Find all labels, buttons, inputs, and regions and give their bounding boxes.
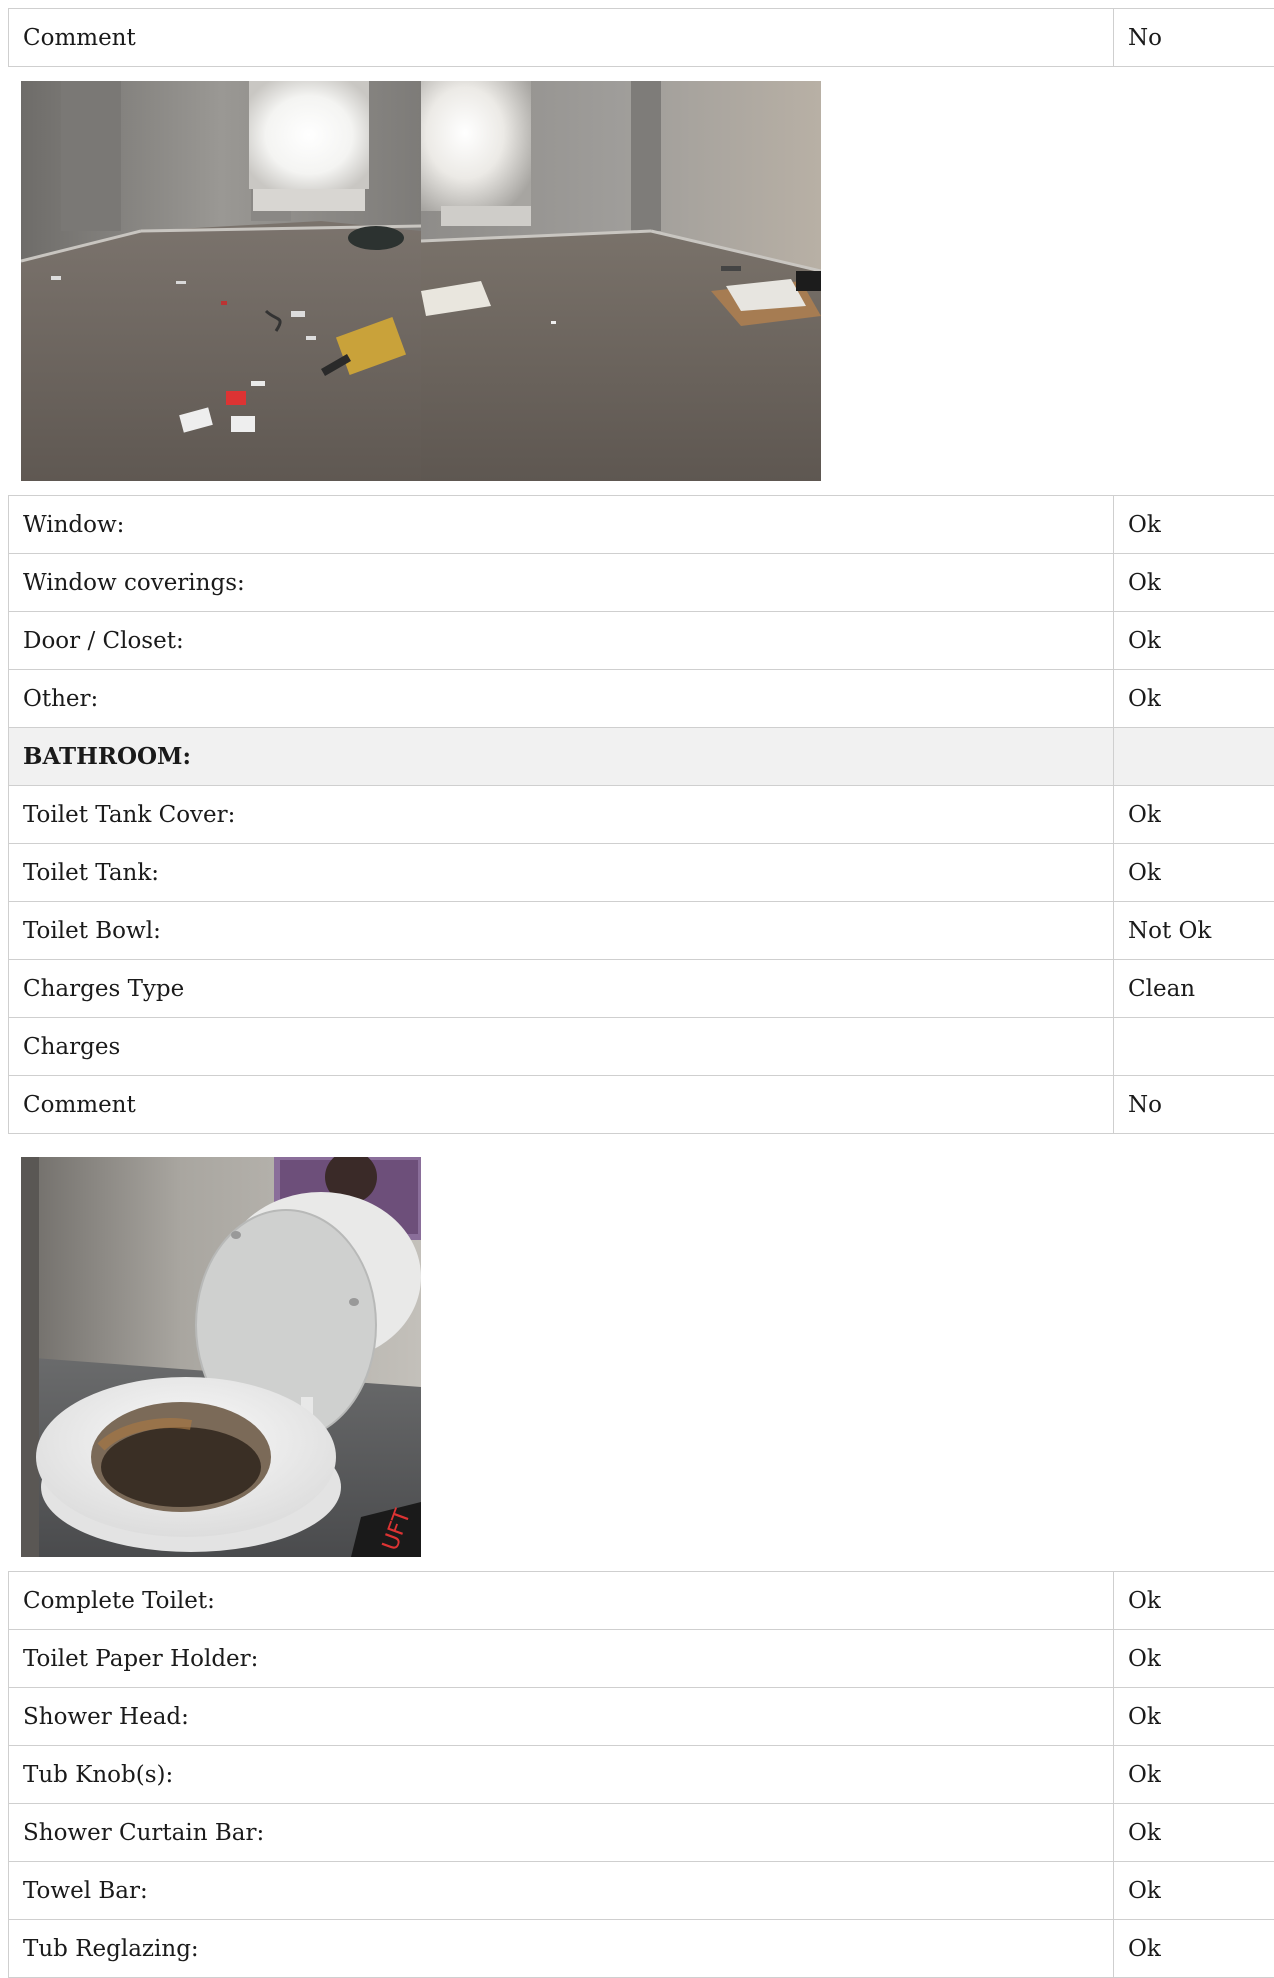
row-value: Ok	[1114, 612, 1274, 670]
table-row: Window coverings: Ok	[9, 554, 1274, 612]
table-row: Charges	[9, 1018, 1274, 1076]
table-row: Other: Ok	[9, 670, 1274, 728]
row-value: Ok	[1114, 1862, 1274, 1920]
toilet-photo: UFT	[21, 1157, 421, 1557]
row-value: No	[1114, 1076, 1274, 1134]
row-label: Tub Knob(s):	[9, 1746, 1114, 1804]
row-label: Comment	[9, 9, 1114, 67]
row-label: Shower Head:	[9, 1688, 1114, 1746]
row-label: Window:	[9, 496, 1114, 554]
table-row: Toilet Tank: Ok	[9, 844, 1274, 902]
row-label: Tub Reglazing:	[9, 1920, 1114, 1978]
row-label: Towel Bar:	[9, 1862, 1114, 1920]
room-photos	[21, 81, 821, 481]
table-row: Door / Closet: Ok	[9, 612, 1274, 670]
table-row: Towel Bar: Ok	[9, 1862, 1274, 1920]
table-row: Shower Curtain Bar: Ok	[9, 1804, 1274, 1862]
row-label: Charges Type	[9, 960, 1114, 1018]
section-value-empty	[1114, 728, 1274, 786]
row-value: Ok	[1114, 1920, 1274, 1978]
row-label: Complete Toilet:	[9, 1572, 1114, 1630]
room-photo-left	[21, 81, 421, 481]
row-value: Not Ok	[1114, 902, 1274, 960]
row-label: Window coverings:	[9, 554, 1114, 612]
bathroom-photos: UFT	[21, 1157, 421, 1557]
table-row: Toilet Tank Cover: Ok	[9, 786, 1274, 844]
comment-table-top: Comment No	[8, 8, 1274, 67]
row-label: Toilet Bowl:	[9, 902, 1114, 960]
row-value: Ok	[1114, 1746, 1274, 1804]
row-value: Ok	[1114, 1572, 1274, 1630]
table-row: Toilet Bowl: Not Ok	[9, 902, 1274, 960]
row-value: Ok	[1114, 1630, 1274, 1688]
inspection-table: Window: Ok Window coverings: Ok Door / C…	[8, 495, 1274, 1134]
table-row: Comment No	[9, 1076, 1274, 1134]
row-value: Ok	[1114, 1688, 1274, 1746]
section-title: BATHROOM:	[9, 728, 1114, 786]
row-label: Toilet Tank:	[9, 844, 1114, 902]
table-row: Window: Ok	[9, 496, 1274, 554]
table-row: Charges Type Clean	[9, 960, 1274, 1018]
row-value: Ok	[1114, 554, 1274, 612]
row-label: Charges	[9, 1018, 1114, 1076]
row-label: Door / Closet:	[9, 612, 1114, 670]
table-row: Toilet Paper Holder: Ok	[9, 1630, 1274, 1688]
table-row: Complete Toilet: Ok	[9, 1572, 1274, 1630]
row-value: Ok	[1114, 844, 1274, 902]
table-row: Comment No	[9, 9, 1274, 67]
row-value: Ok	[1114, 1804, 1274, 1862]
row-label: Other:	[9, 670, 1114, 728]
row-value: Clean	[1114, 960, 1274, 1018]
row-value: Ok	[1114, 786, 1274, 844]
row-value: Ok	[1114, 670, 1274, 728]
row-value: Ok	[1114, 496, 1274, 554]
row-label: Shower Curtain Bar:	[9, 1804, 1114, 1862]
table-row: Tub Reglazing: Ok	[9, 1920, 1274, 1978]
row-label: Toilet Paper Holder:	[9, 1630, 1114, 1688]
row-value: No	[1114, 9, 1274, 67]
table-row: Tub Knob(s): Ok	[9, 1746, 1274, 1804]
row-label: Toilet Tank Cover:	[9, 786, 1114, 844]
section-header-row: BATHROOM:	[9, 728, 1274, 786]
bathroom-fixtures-table: Complete Toilet: Ok Toilet Paper Holder:…	[8, 1571, 1274, 1978]
room-photo-right	[421, 81, 821, 481]
row-value	[1114, 1018, 1274, 1076]
row-label: Comment	[9, 1076, 1114, 1134]
table-row: Shower Head: Ok	[9, 1688, 1274, 1746]
